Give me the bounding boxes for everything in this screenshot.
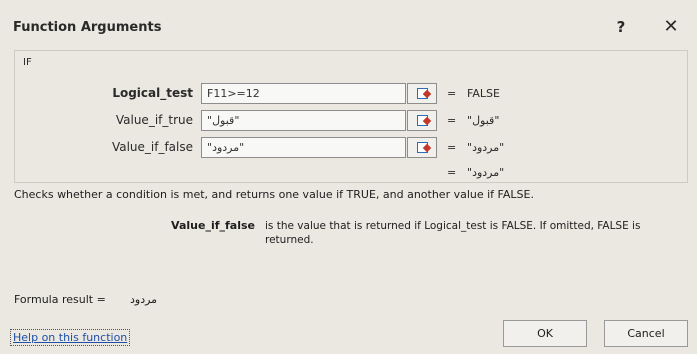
function-description: Checks whether a condition is met, and r… xyxy=(14,188,534,201)
value-if-false-input[interactable]: "مردود" xyxy=(201,137,406,158)
arg-label: Value_if_false xyxy=(111,140,193,154)
arg-label: Value_if_true xyxy=(115,113,193,127)
function-name: IF xyxy=(23,57,32,68)
formula-result-value: مردود xyxy=(130,293,158,306)
logical-test-input[interactable]: F11>=12 xyxy=(201,83,406,104)
arg-result: FALSE xyxy=(467,87,500,100)
arg-label: Logical_test xyxy=(112,86,193,100)
cancel-button[interactable]: Cancel xyxy=(604,320,688,347)
ok-button[interactable]: OK xyxy=(503,320,587,347)
function-arguments-dialog: Function Arguments ? ✕ IF Logical_test F… xyxy=(0,0,697,354)
close-button[interactable]: ✕ xyxy=(660,16,682,38)
arg-result: "مردود" xyxy=(467,141,505,154)
title-bar: Function Arguments ? ✕ xyxy=(0,0,697,48)
arg-help-text: is the value that is returned if Logical… xyxy=(265,220,641,246)
function-arguments-group: IF Logical_test F11>=12 = FALSE Value_if… xyxy=(14,50,688,183)
arg-result: "قبول" xyxy=(467,114,500,127)
arg-help-name: Value_if_false xyxy=(171,219,255,232)
value-if-false-ref-button[interactable] xyxy=(407,137,437,158)
equals-sign: = xyxy=(447,114,457,127)
value-if-true-ref-button[interactable] xyxy=(407,110,437,131)
equals-sign: = xyxy=(447,141,457,154)
value-if-true-input[interactable]: "قبول" xyxy=(201,110,406,131)
equals-sign: = xyxy=(447,166,457,179)
overall-result: "مردود" xyxy=(467,166,505,179)
logical-test-ref-button[interactable] xyxy=(407,83,437,104)
help-button[interactable]: ? xyxy=(612,18,630,38)
equals-sign: = xyxy=(447,87,457,100)
formula-result-label: Formula result = xyxy=(14,293,106,306)
help-on-function-link[interactable]: Help on this function xyxy=(10,329,131,346)
dialog-title: Function Arguments xyxy=(13,20,162,35)
